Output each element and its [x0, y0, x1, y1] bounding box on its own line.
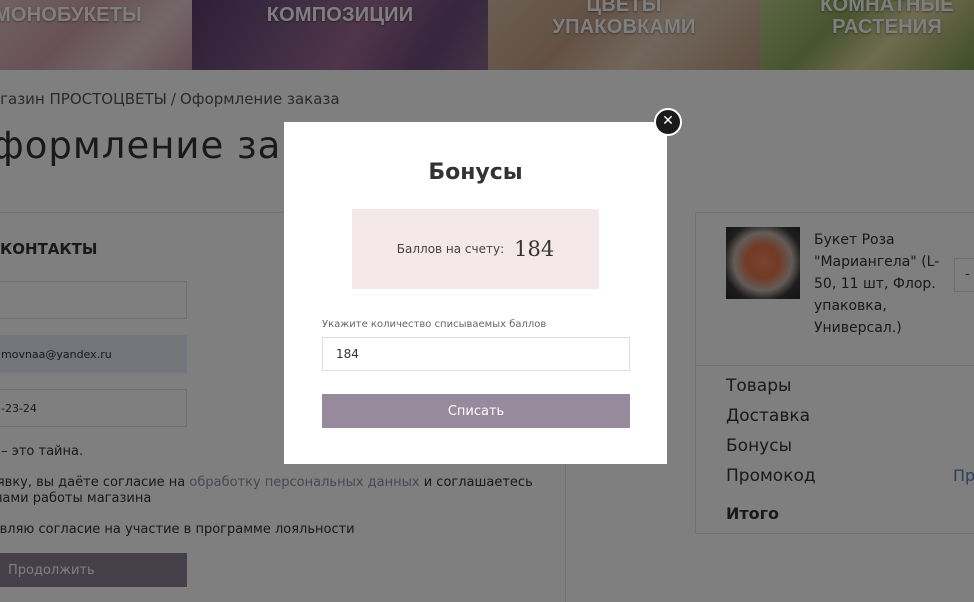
points-input-label: Укажите количество списываемых баллов — [322, 319, 547, 330]
bonus-modal: Бонусы Баллов на счету: 184 Укажите коли… — [284, 122, 667, 464]
modal-title: Бонусы — [428, 160, 523, 185]
balance-value: 184 — [514, 237, 555, 261]
points-input[interactable] — [322, 337, 630, 371]
close-icon[interactable]: ✕ — [654, 108, 682, 136]
balance-label: Баллов на счету: — [396, 242, 505, 256]
bonus-balance-box: Баллов на счету: 184 — [352, 209, 599, 289]
redeem-button[interactable]: Списать — [322, 394, 630, 428]
